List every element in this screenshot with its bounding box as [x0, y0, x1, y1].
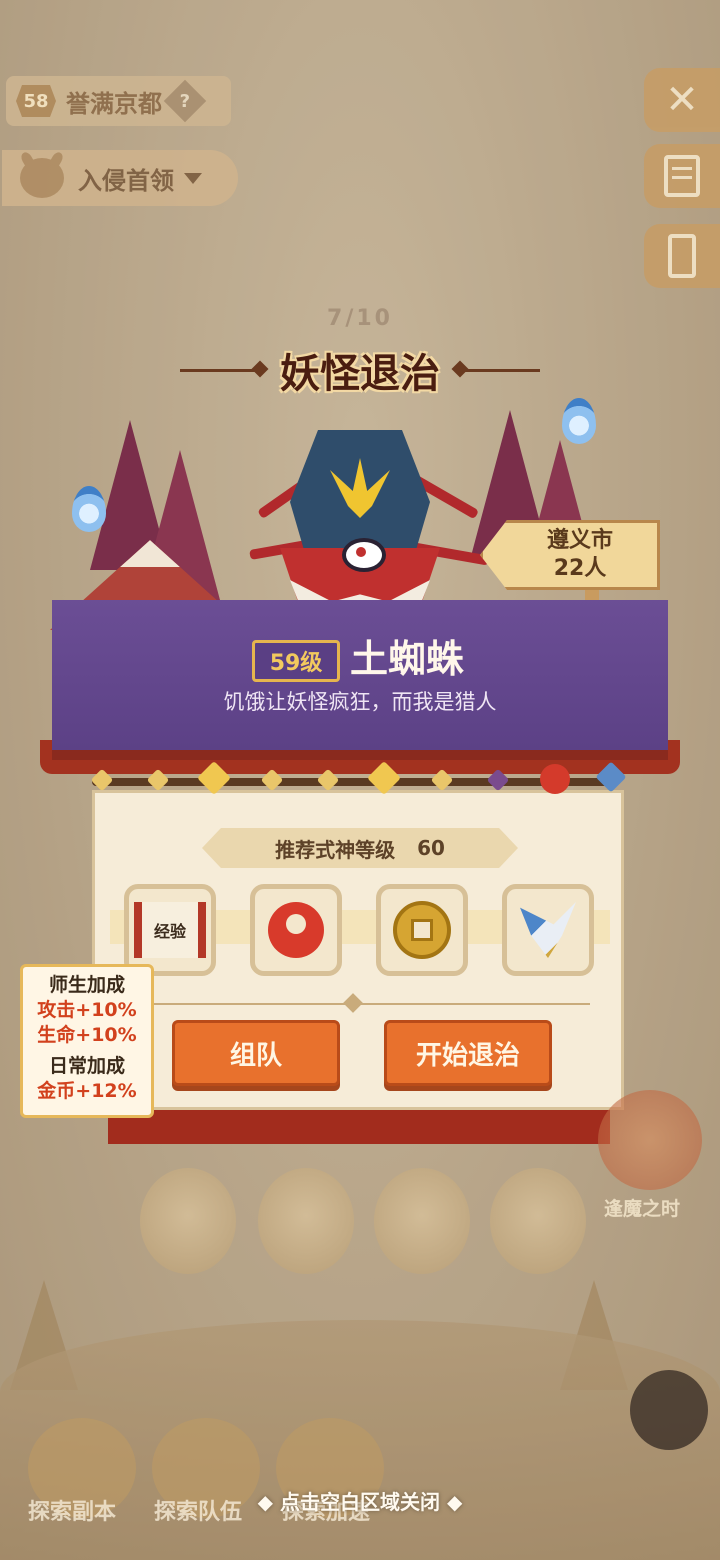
boss-eye	[342, 538, 386, 572]
question-icon[interactable]: ?	[163, 79, 207, 123]
area-name: 誉满京都	[66, 89, 162, 118]
close-hint: ◆ 点击空白区域关闭 ◆	[257, 1490, 463, 1514]
recommend-value: 60	[417, 836, 445, 860]
shikigami-avatar	[490, 1168, 586, 1274]
bonus-box: 师生加成 攻击+10% 生命+10% 日常加成 金币+12%	[20, 964, 154, 1118]
magatama-icon	[268, 902, 324, 958]
recommend-bar: 推荐式神等级 60	[202, 828, 518, 868]
area-plate[interactable]: 58 誉满京都 ?	[6, 76, 231, 126]
boss-level-badge: 59级	[252, 640, 340, 682]
boss-quote: 饥饿让妖怪疯狂，而我是猎人	[223, 690, 497, 714]
progress-text: 7/10	[327, 306, 393, 331]
shikigami-avatar	[258, 1168, 354, 1274]
kumamon-mascot	[630, 1370, 708, 1450]
boss-name: 土蜘蛛	[350, 637, 465, 681]
title-ornament-left	[180, 368, 262, 372]
panel-base	[108, 1110, 610, 1144]
gold-bonus: 金币+12%	[37, 1080, 137, 1102]
shikigami-avatar	[374, 1168, 470, 1274]
recommend-label: 推荐式神等级	[275, 837, 396, 862]
boss-dropdown[interactable]: 入侵首领	[2, 150, 238, 206]
magatama-node-icon	[540, 764, 570, 794]
reward-coin[interactable]	[376, 884, 468, 976]
reward-magatama[interactable]	[250, 884, 342, 976]
bull-icon	[20, 158, 64, 198]
document-icon	[664, 155, 700, 197]
attack-bonus: 攻击+10%	[37, 999, 137, 1021]
daily-bonus-title: 日常加成	[48, 1055, 125, 1077]
chevron-down-icon	[184, 172, 202, 184]
event-label: 逢魔之时	[604, 1198, 681, 1220]
document-button[interactable]	[644, 144, 720, 208]
location-city: 遵义市	[546, 528, 613, 553]
location-count: 22人	[553, 556, 607, 581]
oni-event-icon	[598, 1090, 702, 1190]
close-icon: ✕	[665, 77, 699, 123]
mentor-bonus-title: 师生加成	[48, 974, 125, 996]
ghost-fire-icon	[72, 486, 106, 532]
start-button[interactable]: 开始退治	[384, 1020, 552, 1086]
reward-spirit[interactable]	[502, 884, 594, 976]
spirit-icon	[520, 902, 576, 958]
life-bonus: 生命+10%	[37, 1024, 137, 1046]
title-ornament-right	[458, 368, 540, 372]
shikigami-avatar	[140, 1168, 236, 1274]
team-button[interactable]: 组队	[172, 1020, 340, 1086]
card-icon	[668, 234, 696, 278]
coin-icon	[393, 901, 451, 959]
boss-dropdown-label: 入侵首领	[78, 166, 174, 195]
reward-exp[interactable]: 经验	[124, 884, 216, 976]
progress-track	[92, 778, 612, 786]
location-sign[interactable]: 遵义市 22人	[480, 520, 660, 590]
exp-scroll-icon: 经验	[134, 902, 206, 958]
close-button[interactable]: ✕	[644, 68, 720, 132]
tsuchigumo-boss	[249, 420, 490, 630]
player-level-badge: 58	[16, 85, 56, 117]
ghost-fire-icon	[562, 398, 596, 444]
card-button[interactable]	[644, 224, 720, 288]
